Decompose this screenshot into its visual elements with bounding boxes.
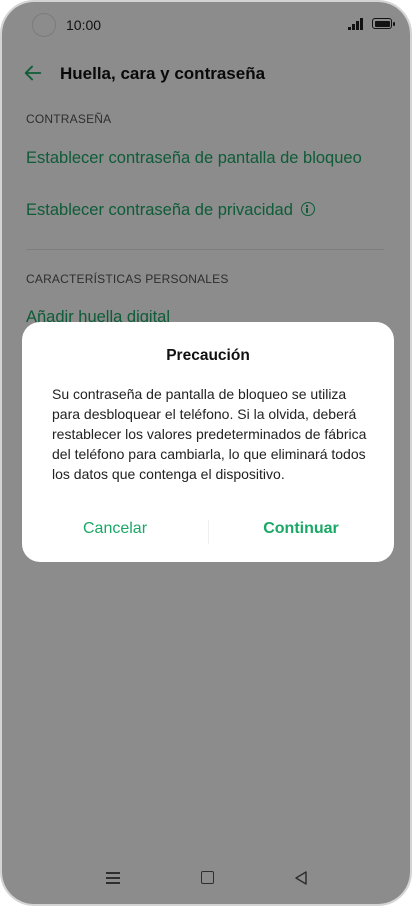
cancel-button[interactable]: Cancelar — [22, 520, 208, 538]
continue-button[interactable]: Continuar — [208, 520, 394, 538]
dialog-message: Su contraseña de pantalla de bloqueo se … — [52, 386, 367, 482]
dialog-actions: Cancelar Continuar — [22, 520, 394, 548]
caution-dialog: Precaución Su contraseña de pantalla de … — [22, 322, 394, 562]
phone-frame: 10:00 Huella, cara y contraseña CONTRASE… — [0, 0, 412, 906]
dialog-title: Precaución — [166, 347, 250, 364]
